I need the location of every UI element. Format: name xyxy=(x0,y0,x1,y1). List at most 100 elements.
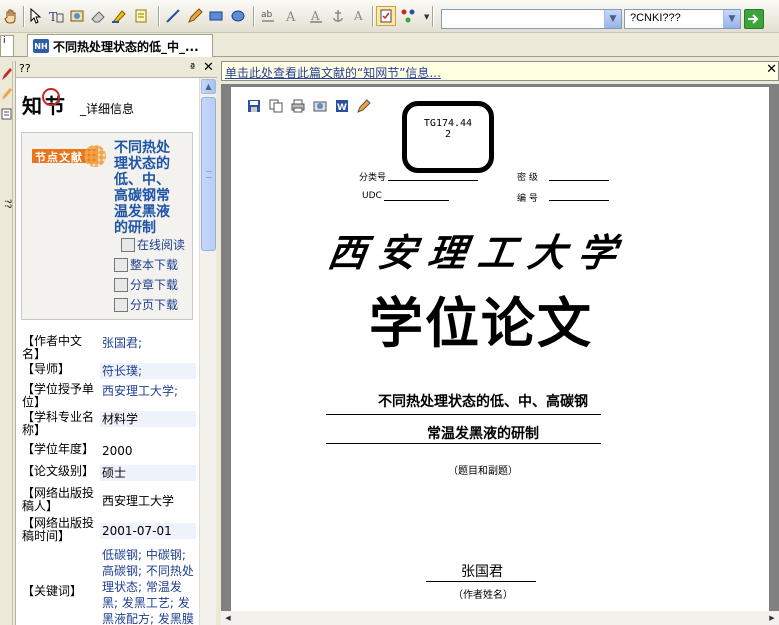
ocr-icon[interactable] xyxy=(312,98,327,113)
label-class-no: 分类号 xyxy=(359,173,387,183)
info-key: 【学位年度】 xyxy=(22,442,95,456)
title-note: （题目和副题） xyxy=(448,466,518,477)
rectangle-tool-icon[interactable] xyxy=(206,6,226,26)
hand-tool-icon[interactable] xyxy=(1,6,21,26)
panel-close-icon[interactable]: ✕ xyxy=(203,60,214,75)
search-combo[interactable]: ▼ xyxy=(441,9,622,29)
label-udc: UDC xyxy=(362,191,382,201)
source-combo[interactable]: ?CNKI??? ▼ xyxy=(624,9,741,29)
line-tool-icon[interactable] xyxy=(163,6,183,26)
form-line xyxy=(326,443,601,444)
panel-scrollbar[interactable]: ▲ xyxy=(199,78,216,625)
notice-link[interactable]: 单击此处查看此篇文献的“知网节”信息... xyxy=(225,64,441,81)
panel-body: 知 节 _详细信息 节点文献 不同热处理状态的低、中、高碳钢常温发黑液的研制 在… xyxy=(16,78,199,625)
info-value[interactable]: 张国君; xyxy=(100,335,196,351)
chevron-down-icon[interactable]: ▼ xyxy=(604,10,621,28)
snapshot-icon[interactable] xyxy=(67,6,87,26)
university-name-calligraphy: 西安理工大学 xyxy=(325,230,632,275)
copy-icon[interactable] xyxy=(268,98,283,113)
info-value[interactable]: 低碳钢; 中碳钢; 高碳钢; 不同热处理状态; 常温发黑; 发黑工艺; 发黑液配… xyxy=(100,547,196,625)
download-full-link[interactable]: 整本下载 xyxy=(114,256,178,273)
info-value: 硕士 xyxy=(100,465,196,481)
eraser-icon[interactable] xyxy=(88,6,108,26)
author-name: 张国君 xyxy=(461,564,503,580)
knowledge-node-panel: ?? ª ✕ 知 节 _详细信息 节点文献 不同热处理状态的低、中、高碳钢常温发… xyxy=(15,60,217,625)
anchor-icon[interactable] xyxy=(328,6,348,26)
read-online-icon xyxy=(121,237,135,252)
thesis-title-line-2: 常温发黑液的研制 xyxy=(427,426,539,442)
info-key: 【关键词】 xyxy=(22,584,83,598)
info-value[interactable]: 西安理工大学; xyxy=(100,383,196,399)
scroll-right-icon[interactable]: ▶ xyxy=(765,611,779,625)
toolbar-separator xyxy=(253,6,254,27)
scroll-left-icon[interactable]: ◀ xyxy=(221,611,235,625)
svg-text:T: T xyxy=(49,10,57,24)
text-format-icon[interactable]: ab xyxy=(258,6,278,26)
fill-color-icon[interactable]: A xyxy=(349,6,369,26)
font-color-icon[interactable]: A xyxy=(306,6,326,26)
text-select-icon[interactable]: T xyxy=(46,6,66,26)
print-icon[interactable] xyxy=(290,98,305,113)
svg-text:ab: ab xyxy=(261,10,273,20)
network-node-icon[interactable] xyxy=(398,6,418,26)
download-chapter-label: 分章下载 xyxy=(130,278,179,292)
tab-document[interactable]: NH 不同热处理状态的低_中_... xyxy=(27,34,213,57)
tab-document-label: 不同热处理状态的低_中_... xyxy=(53,39,199,54)
read-online-link[interactable]: 在线阅读 xyxy=(121,236,185,253)
stamp-line-1: TG174.44 xyxy=(423,118,473,129)
save-icon[interactable] xyxy=(246,98,261,113)
detail-info-link[interactable]: _详细信息 xyxy=(80,100,134,117)
highlight-text-icon[interactable] xyxy=(109,6,129,26)
classification-stamp: TG174.44 2 xyxy=(402,101,494,173)
tab-collapsed[interactable]: i xyxy=(0,35,14,56)
download-page-label: 分页下载 xyxy=(130,298,179,312)
edit-icon[interactable] xyxy=(356,98,371,113)
font-icon[interactable]: A xyxy=(281,6,301,26)
note-icon[interactable] xyxy=(131,6,151,26)
info-value: 2001-07-01 xyxy=(100,523,196,539)
svg-text:W: W xyxy=(337,103,347,113)
form-line xyxy=(549,180,609,181)
highlighter-icon[interactable] xyxy=(1,87,12,101)
side-tab-label[interactable]: ?? xyxy=(1,199,12,209)
pencil-tool-icon[interactable] xyxy=(185,6,205,26)
info-value: 材料学 xyxy=(100,411,196,427)
info-key: 【学位授予单位】 xyxy=(22,382,95,409)
card-title[interactable]: 不同热处理状态的低、中、高碳钢常温发黑液的研制 xyxy=(114,140,180,236)
logo-ring-icon xyxy=(42,88,60,106)
document-hscrollbar[interactable]: ◀ ▶ xyxy=(221,611,779,625)
word-export-icon[interactable]: W xyxy=(334,98,349,113)
select-arrow-icon[interactable] xyxy=(25,6,45,26)
badge-text: 节点文献 xyxy=(35,151,83,164)
chevron-down-icon[interactable]: ▼ xyxy=(723,10,740,28)
notice-close-icon[interactable]: ✕ xyxy=(766,62,777,77)
nh-document-icon: NH xyxy=(33,39,49,53)
form-line xyxy=(388,180,478,181)
form-line xyxy=(426,581,536,582)
info-value[interactable]: 符长璞; xyxy=(100,363,196,379)
toolbar-separator xyxy=(158,6,159,27)
download-chapter-link[interactable]: 分章下载 xyxy=(114,276,178,293)
toolbar-overflow-icon[interactable]: ▼ xyxy=(424,13,429,21)
go-search-button[interactable] xyxy=(744,9,764,29)
toolbar-separator xyxy=(372,6,373,27)
scroll-thumb[interactable] xyxy=(201,97,216,251)
document-type-title: 学位论文 xyxy=(369,291,593,355)
ellipse-tool-icon[interactable] xyxy=(228,6,248,26)
bookmark-toggle-icon[interactable] xyxy=(376,6,396,26)
knowledge-node-notice[interactable]: 单击此处查看此篇文献的“知网节”信息... ✕ xyxy=(221,61,779,81)
info-key: 【作者中文名】 xyxy=(22,334,83,361)
download-page-icon xyxy=(114,297,128,312)
pin-icon[interactable]: ª xyxy=(190,61,195,74)
download-page-link[interactable]: 分页下载 xyxy=(114,296,178,313)
node-document-badge: 节点文献 xyxy=(28,145,106,167)
document-viewer: W TG174.44 2 分类号 密 级 UDC 编 号 西安理工大学 学位论文… xyxy=(221,84,779,625)
info-key: 【论文级别】 xyxy=(22,464,95,478)
svg-text:A: A xyxy=(285,10,296,24)
info-value: 2000 xyxy=(102,444,133,458)
scroll-up-icon[interactable]: ▲ xyxy=(201,79,216,94)
left-icon-strip: ?? xyxy=(0,61,13,625)
label-number: 编 号 xyxy=(517,194,538,204)
list-view-icon[interactable] xyxy=(1,107,12,121)
annotate-pen-icon[interactable] xyxy=(1,67,12,81)
